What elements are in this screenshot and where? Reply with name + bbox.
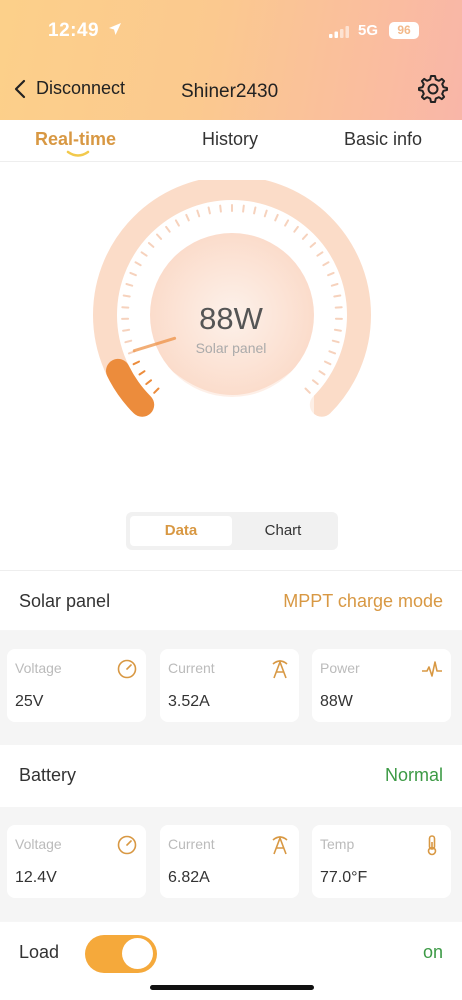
thermometer-icon — [427, 835, 437, 856]
card-value: 12.4V — [15, 869, 57, 886]
charge-mode: MPPT charge mode — [283, 591, 443, 611]
gauge-tick — [147, 242, 155, 248]
gauge-tick — [174, 219, 180, 227]
gauge-tick — [196, 209, 201, 218]
status-time: 12:49 — [48, 20, 100, 41]
toggle-knob — [122, 938, 153, 969]
battery-title: Battery — [19, 765, 77, 785]
tab-real-time[interactable]: Real-time — [35, 129, 116, 150]
card-value: 77.0°F — [320, 869, 368, 886]
card-label: Temp — [320, 836, 355, 852]
gauge-tick — [333, 294, 342, 298]
card-label: Current — [168, 660, 215, 676]
card-value: 6.82A — [168, 869, 210, 886]
load-label: Load — [19, 942, 60, 962]
gauge-tick — [122, 294, 131, 298]
gauge-tick — [219, 204, 222, 213]
card-value: 88W — [320, 693, 353, 710]
battery-header: Battery Normal — [0, 745, 462, 807]
gauge-tick — [156, 233, 163, 240]
battery-status: Normal — [384, 765, 443, 785]
gauge-tick — [125, 283, 134, 287]
load-state: on — [422, 942, 443, 962]
gauge-label: Solar panel — [195, 340, 267, 356]
current-icon — [272, 659, 288, 679]
home-indicator — [150, 985, 314, 990]
gauge-tick — [322, 261, 330, 267]
solar-voltage-card: Voltage 25V — [7, 649, 146, 722]
tab-active-indicator — [66, 150, 90, 157]
gauge-tick — [129, 271, 137, 277]
load-toggle[interactable] — [85, 935, 157, 973]
gauge-tick — [284, 219, 290, 227]
gear-icon[interactable] — [418, 74, 448, 104]
gauge-tick — [274, 213, 279, 222]
solar-panel-title: Solar panel — [19, 591, 111, 611]
view-segmented-control: Data Chart — [126, 512, 338, 550]
disconnect-label: Disconnect — [36, 78, 126, 98]
battery-current-card: Current 6.82A — [160, 825, 299, 898]
gauge-tick — [318, 370, 326, 376]
chevron-left-icon — [14, 79, 26, 98]
chart-view-button[interactable]: Chart — [232, 516, 334, 546]
card-label: Voltage — [15, 836, 62, 852]
gauge-tick — [301, 233, 308, 240]
network-type: 5G — [358, 22, 379, 39]
battery-temp-card: Temp 77.0°F — [312, 825, 451, 898]
data-view-button[interactable]: Data — [130, 516, 232, 546]
gauge-tick — [330, 283, 339, 287]
gauge-tick — [333, 328, 342, 332]
gauge-tick — [253, 206, 257, 215]
gauge-tick — [293, 225, 299, 233]
gauge-tick — [140, 251, 148, 257]
gauge-tick — [134, 261, 142, 267]
solar-panel-header: Solar panel MPPT charge mode — [0, 570, 462, 630]
tab-history[interactable]: History — [202, 129, 258, 150]
card-label: Power — [320, 660, 360, 676]
gauge-tick — [138, 370, 146, 376]
tab-basic-info[interactable]: Basic info — [344, 129, 422, 150]
current-icon — [272, 835, 288, 855]
gauge-tick — [331, 339, 340, 344]
gauge-tick — [328, 350, 337, 355]
gauge-progress — [106, 358, 155, 417]
gauge-tick — [185, 213, 190, 222]
card-value: 25V — [15, 693, 44, 710]
solar-power-card: Power 88W — [312, 649, 451, 722]
status-bar: 12:49 5G 96 — [0, 0, 462, 62]
solar-current-card: Current 3.52A — [160, 649, 299, 722]
gauge-value: 88W — [199, 301, 263, 336]
battery-voltage-card: Voltage 12.4V — [7, 825, 146, 898]
gauge-tick — [316, 251, 324, 257]
battery-metrics: Voltage 12.4V Current 6.82A Temp 77.0°F — [0, 807, 462, 921]
disconnect-button[interactable]: Disconnect — [14, 78, 125, 99]
gauge-tick — [207, 206, 211, 215]
card-label: Voltage — [15, 660, 62, 676]
pulse-icon — [422, 661, 442, 677]
gauge-tick — [124, 339, 133, 344]
gauge-tick — [327, 271, 335, 277]
card-label: Current — [168, 836, 215, 852]
gauge-tick — [122, 328, 131, 332]
gauge-tick — [242, 204, 245, 213]
battery-icon: 96 — [389, 22, 419, 39]
solar-metrics: Voltage 25V Current 3.52A Power 88W — [0, 631, 462, 745]
gauge-tick — [132, 360, 140, 366]
gauge-icon — [117, 659, 137, 679]
location-arrow-icon — [109, 23, 121, 35]
page-title: Shiner2430 — [181, 81, 279, 102]
gauge-tick — [263, 209, 268, 218]
gauge-tick — [324, 360, 332, 366]
card-value: 3.52A — [168, 693, 210, 710]
gauge-tick — [165, 225, 171, 233]
nav-bar: Disconnect Shiner2430 — [0, 62, 462, 120]
gauge-tick — [309, 242, 317, 248]
gauge-icon — [117, 835, 137, 855]
signal-icon — [329, 26, 349, 38]
